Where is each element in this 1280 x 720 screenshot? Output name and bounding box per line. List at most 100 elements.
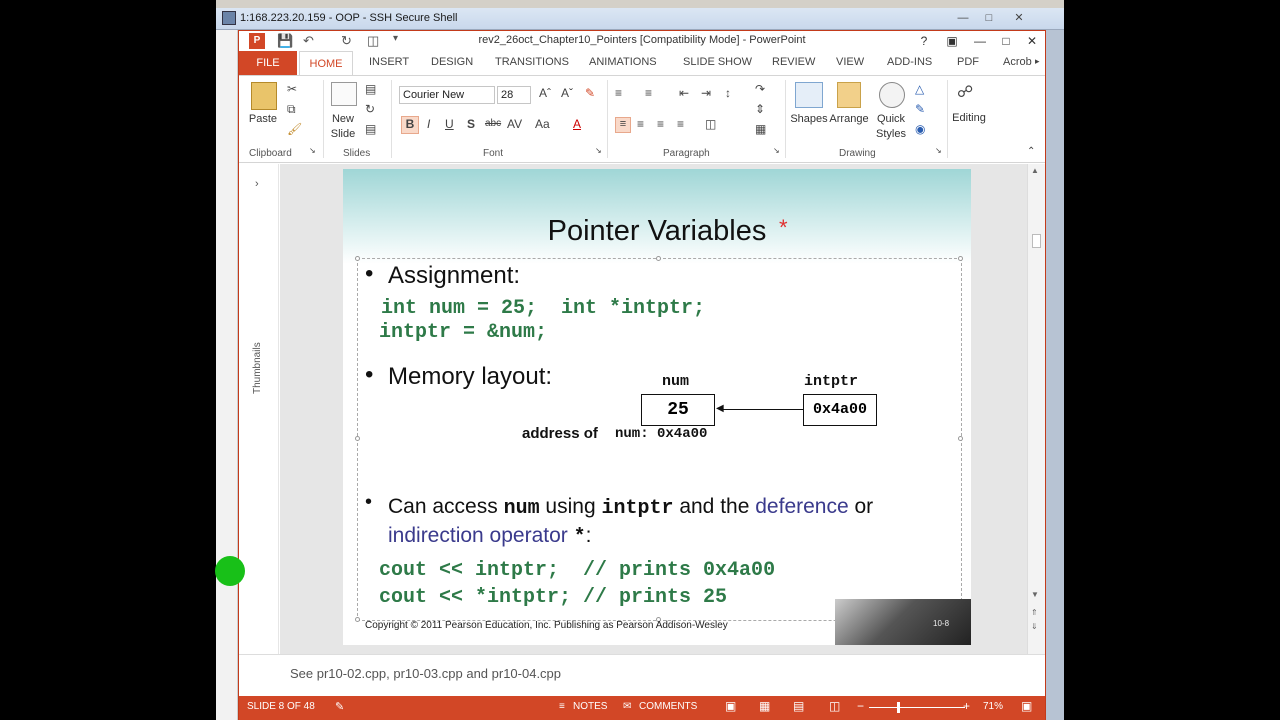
new-slide-label-2[interactable]: Slide <box>325 128 361 140</box>
slide-sorter-icon[interactable]: ▦ <box>759 699 770 713</box>
underline-icon[interactable]: U <box>445 117 454 131</box>
clipboard-launcher-icon[interactable]: ↘ <box>309 146 316 155</box>
thumbnails-pane[interactable]: › Thumbnails <box>239 164 279 664</box>
shadow-icon[interactable]: S <box>467 117 475 131</box>
tab-acrobat[interactable]: Acrob <box>1003 56 1032 68</box>
numbering-icon[interactable]: ≡ <box>645 86 652 100</box>
normal-view-icon[interactable]: ▣ <box>725 699 736 713</box>
vertical-scrollbar[interactable]: ▲ ▼ ⇑ ⇓ <box>1027 164 1045 664</box>
ssh-maximize-button[interactable]: □ <box>978 10 1000 26</box>
drawing-launcher-icon[interactable]: ↘ <box>935 146 942 155</box>
ssh-minimize-button[interactable]: — <box>952 10 974 26</box>
arrange-icon[interactable] <box>837 82 861 108</box>
tab-insert[interactable]: INSERT <box>369 56 409 68</box>
cut-icon[interactable]: ✂ <box>287 82 297 96</box>
tab-slide-show[interactable]: SLIDE SHOW <box>683 56 752 68</box>
tab-add-ins[interactable]: ADD-INS <box>887 56 932 68</box>
collapse-ribbon-icon[interactable]: ⌃ <box>1027 146 1035 157</box>
layout-icon[interactable]: ▤ <box>365 82 376 96</box>
tab-transitions[interactable]: TRANSITIONS <box>495 56 569 68</box>
resize-handle[interactable] <box>656 256 661 261</box>
increase-indent-icon[interactable]: ⇥ <box>701 86 711 100</box>
shape-effects-icon[interactable]: ◉ <box>915 122 925 136</box>
decrease-indent-icon[interactable]: ⇤ <box>679 86 689 100</box>
tab-animations[interactable]: ANIMATIONS <box>589 56 657 68</box>
resize-handle[interactable] <box>958 256 963 261</box>
justify-icon[interactable]: ≡ <box>677 117 684 131</box>
zoom-out-icon[interactable]: − <box>857 699 864 713</box>
font-launcher-icon[interactable]: ↘ <box>595 146 602 155</box>
grow-font-icon[interactable]: Aˆ <box>539 86 551 100</box>
zoom-in-icon[interactable]: + <box>963 699 970 713</box>
columns-icon[interactable]: ◫ <box>705 117 716 131</box>
notes-button[interactable]: NOTES <box>573 701 607 712</box>
slide[interactable]: Pointer Variables * • Assignment: int nu… <box>343 169 971 645</box>
font-color-icon[interactable]: A <box>573 117 581 131</box>
line-spacing-icon[interactable]: ↕ <box>725 86 731 100</box>
shape-outline-icon[interactable]: ✎ <box>915 102 925 116</box>
zoom-slider-thumb[interactable] <box>897 702 900 713</box>
resize-handle[interactable] <box>355 436 360 441</box>
text-direction-icon[interactable]: ↷ <box>755 82 765 96</box>
shapes-icon[interactable] <box>795 82 823 108</box>
paragraph-launcher-icon[interactable]: ↘ <box>773 146 780 155</box>
new-slide-icon[interactable] <box>331 82 357 106</box>
tab-design[interactable]: DESIGN <box>431 56 473 68</box>
notes-text[interactable]: See pr10-02.cpp, pr10-03.cpp and pr10-04… <box>290 666 561 681</box>
paste-label[interactable]: Paste <box>245 113 281 125</box>
tab-file[interactable]: FILE <box>239 51 297 75</box>
maximize-button[interactable]: □ <box>993 32 1019 50</box>
quick-styles-icon[interactable] <box>879 82 905 108</box>
arrange-label[interactable]: Arrange <box>827 113 871 125</box>
change-case-icon[interactable]: Aa <box>535 117 550 131</box>
character-spacing-icon[interactable]: AV <box>507 117 522 131</box>
scroll-up-icon[interactable]: ▲ <box>1031 166 1039 175</box>
smartart-icon[interactable]: ▦ <box>755 122 766 136</box>
binoculars-icon[interactable]: ☍ <box>957 82 973 102</box>
minimize-button[interactable]: — <box>967 32 993 50</box>
previous-slide-icon[interactable]: ⇑ <box>1031 608 1038 617</box>
strikethrough-icon[interactable]: abc <box>485 118 501 129</box>
tab-home[interactable]: HOME <box>299 51 353 76</box>
tab-view[interactable]: VIEW <box>836 56 864 68</box>
quick-styles-label-2[interactable]: Styles <box>871 128 911 140</box>
font-name-select[interactable]: Courier New <box>399 86 495 104</box>
shapes-label[interactable]: Shapes <box>787 113 831 125</box>
align-right-icon[interactable]: ≡ <box>657 117 664 131</box>
editing-label[interactable]: Editing <box>949 112 989 124</box>
tabs-scroll-right-icon[interactable]: ▸ <box>1035 56 1040 67</box>
notes-pane[interactable]: See pr10-02.cpp, pr10-03.cpp and pr10-04… <box>239 654 1045 695</box>
quick-styles-label-1[interactable]: Quick <box>871 113 911 125</box>
slide-title[interactable]: Pointer Variables <box>343 215 971 248</box>
spell-check-icon[interactable]: ✎ <box>335 700 344 713</box>
next-slide-icon[interactable]: ⇓ <box>1031 622 1038 631</box>
clear-formatting-icon[interactable]: ✎ <box>585 86 595 100</box>
resize-handle[interactable] <box>355 256 360 261</box>
tab-review[interactable]: REVIEW <box>772 56 815 68</box>
new-slide-label-1[interactable]: New <box>325 113 361 125</box>
scroll-down-icon[interactable]: ▼ <box>1031 590 1039 599</box>
paste-icon[interactable] <box>251 82 277 110</box>
comments-button[interactable]: COMMENTS <box>639 701 697 712</box>
bold-icon[interactable]: B <box>401 116 419 134</box>
align-text-icon[interactable]: ⇕ <box>755 102 765 116</box>
bullets-icon[interactable]: ≡ <box>615 86 622 100</box>
section-icon[interactable]: ▤ <box>365 122 376 136</box>
fit-slide-icon[interactable]: ▣ <box>1021 699 1032 713</box>
shrink-font-icon[interactable]: Aˇ <box>561 86 573 100</box>
italic-icon[interactable]: I <box>427 117 430 131</box>
close-button[interactable]: ✕ <box>1019 32 1045 50</box>
zoom-level[interactable]: 71% <box>983 701 1003 712</box>
comments-icon[interactable]: ✉ <box>623 701 631 712</box>
align-left-icon[interactable]: ≡ <box>615 117 631 133</box>
reset-icon[interactable]: ↻ <box>365 102 375 116</box>
tab-pdf[interactable]: PDF <box>957 56 979 68</box>
resize-handle[interactable] <box>355 617 360 622</box>
ribbon-display-button[interactable]: ▣ <box>939 32 965 50</box>
font-size-select[interactable]: 28 <box>497 86 531 104</box>
resize-handle[interactable] <box>958 436 963 441</box>
reading-view-icon[interactable]: ▤ <box>793 699 804 713</box>
expand-thumbnails-icon[interactable]: › <box>255 178 259 190</box>
copy-icon[interactable]: ⧉ <box>287 102 296 117</box>
zoom-slider-track[interactable] <box>869 707 965 708</box>
